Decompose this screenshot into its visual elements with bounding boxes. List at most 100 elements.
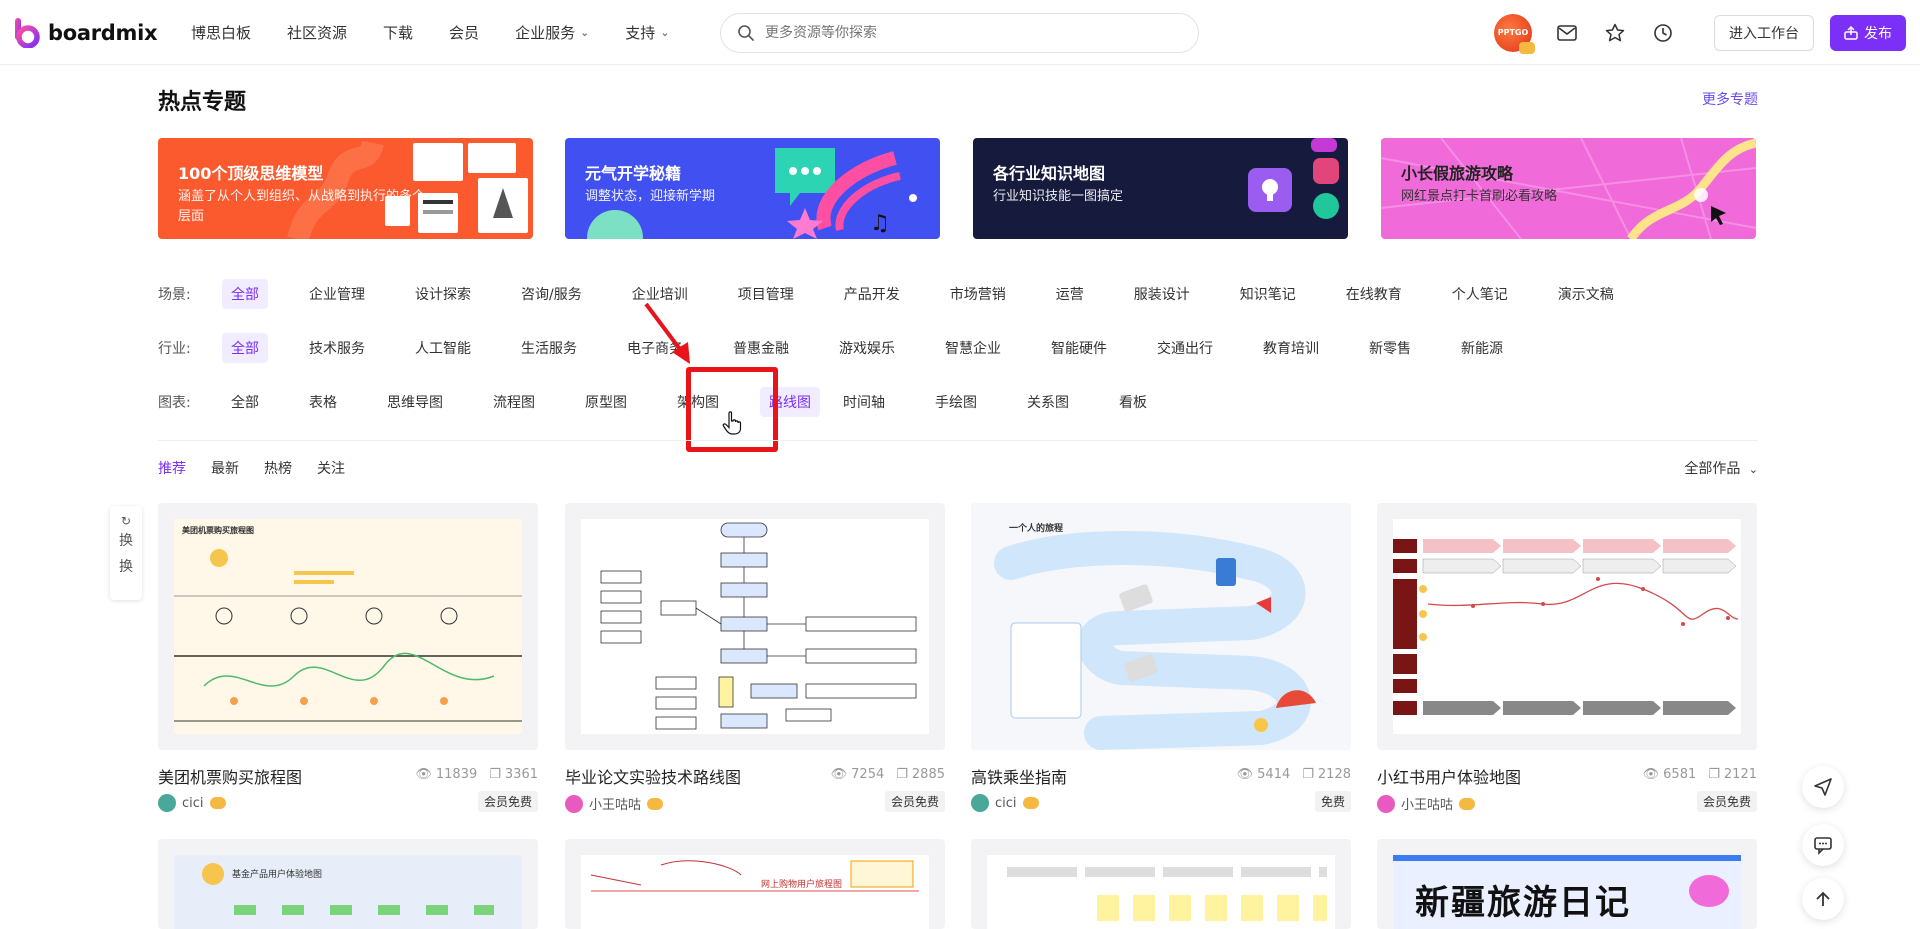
thumbnail-sketch bbox=[590, 860, 919, 892]
search-box[interactable] bbox=[720, 13, 1199, 53]
user-avatar[interactable]: PPTGO bbox=[1494, 13, 1535, 54]
share-button[interactable] bbox=[1802, 766, 1844, 808]
chip-scene[interactable]: 咨询/服务 bbox=[512, 279, 591, 309]
sort-tabs: 推荐 最新 热榜 关注 bbox=[158, 458, 370, 478]
card-thumbnail[interactable]: 美团机票购买旅程图 bbox=[158, 503, 538, 750]
author-name: 小王咕咕 bbox=[589, 798, 642, 813]
template-card-thumbnail[interactable]: 网上购物用户旅程图 bbox=[565, 839, 945, 929]
chip-scene[interactable]: 市场营销 bbox=[941, 279, 1015, 309]
chip-industry[interactable]: 智能硬件 bbox=[1042, 333, 1116, 363]
filter-label: 场景: bbox=[158, 287, 191, 303]
chip-chart[interactable]: 原型图 bbox=[576, 387, 636, 417]
chip-industry[interactable]: 生活服务 bbox=[512, 333, 586, 363]
tab-following[interactable]: 关注 bbox=[317, 458, 345, 478]
chip-scene[interactable]: 个人笔记 bbox=[1443, 279, 1517, 309]
nav-item-membership[interactable]: 会员 bbox=[449, 22, 479, 43]
card-thumbnail[interactable] bbox=[565, 503, 945, 750]
all-works-dropdown[interactable]: 全部作品 ⌄ bbox=[1684, 458, 1758, 478]
chip-chart[interactable]: 思维导图 bbox=[378, 387, 452, 417]
brand-logo[interactable]: boardmix bbox=[14, 18, 158, 48]
card-thumbnail[interactable]: 一个人的旅程 bbox=[971, 503, 1351, 750]
card-author[interactable]: cici bbox=[971, 794, 1351, 812]
card-stats: 👁 11839 ❐ 3361 bbox=[411, 767, 538, 782]
chip-industry[interactable]: 新能源 bbox=[1452, 333, 1512, 363]
avatar-text: PPTGO bbox=[1497, 28, 1529, 37]
more-topics-link[interactable]: 更多专题 bbox=[1702, 89, 1758, 109]
chip-industry[interactable]: 普惠金融 bbox=[724, 333, 798, 363]
back-to-top-button[interactable] bbox=[1802, 878, 1844, 920]
tab-hot[interactable]: 热榜 bbox=[264, 458, 292, 478]
chip-chart[interactable]: 时间轴 bbox=[834, 387, 894, 417]
thumbnail-heading: 网上购物用户旅程图 bbox=[761, 880, 843, 890]
banner-school-tips[interactable]: ♫ 元气开学秘籍 调整状态，迎接新学期 bbox=[565, 138, 940, 239]
chip-industry-all[interactable]: 全部 bbox=[222, 333, 268, 363]
refresh-recommendations-button[interactable]: ↻ 换 换 bbox=[110, 506, 142, 600]
chip-industry[interactable]: 交通出行 bbox=[1148, 333, 1222, 363]
header-tools: PPTGO 进入工作台 发布 bbox=[1494, 0, 1920, 65]
view-count: 5414 bbox=[1257, 767, 1291, 782]
copy-count: 2885 bbox=[911, 767, 945, 782]
chip-chart[interactable]: 流程图 bbox=[484, 387, 544, 417]
refresh-label: 换 bbox=[119, 559, 133, 575]
card-thumbnail[interactable] bbox=[1377, 503, 1757, 750]
search-input[interactable] bbox=[765, 25, 1145, 41]
publish-button[interactable]: 发布 bbox=[1830, 14, 1906, 51]
chip-industry[interactable]: 技术服务 bbox=[300, 333, 374, 363]
chip-scene[interactable]: 项目管理 bbox=[729, 279, 803, 309]
chip-industry[interactable]: 教育培训 bbox=[1254, 333, 1328, 363]
banner-travel-guide[interactable]: 小长假旅游攻略 网红景点打卡首刷必看攻略 bbox=[1381, 138, 1756, 239]
feedback-button[interactable] bbox=[1802, 824, 1844, 866]
template-card-thumbnail[interactable]: 新疆旅游日记 bbox=[1377, 839, 1757, 929]
chip-chart[interactable]: 表格 bbox=[300, 387, 346, 417]
all-works-label: 全部作品 bbox=[1684, 461, 1741, 477]
chip-scene[interactable]: 产品开发 bbox=[835, 279, 909, 309]
enter-workspace-button[interactable]: 进入工作台 bbox=[1714, 14, 1814, 51]
flowchart-sketch bbox=[600, 522, 917, 730]
template-card[interactable]: 美团机票购买旅程图 美团机票购买旅程图 👁 11839 ❐ 3361 cici 会员… bbox=[158, 503, 538, 812]
chip-industry[interactable]: 智慧企业 bbox=[936, 333, 1010, 363]
template-card[interactable]: 小红书用户体验地图 👁 6581 ❐ 2121 小王咕咕 会员免费 bbox=[1377, 503, 1757, 813]
tab-latest[interactable]: 最新 bbox=[211, 458, 239, 478]
chip-industry[interactable]: 新零售 bbox=[1360, 333, 1420, 363]
chip-chart[interactable]: 手绘图 bbox=[926, 387, 986, 417]
nav-item-support[interactable]: 支持 ⌄ bbox=[625, 22, 669, 43]
chip-scene[interactable]: 知识笔记 bbox=[1231, 279, 1305, 309]
nav-item-community[interactable]: 社区资源 bbox=[287, 22, 347, 43]
chip-scene[interactable]: 服装设计 bbox=[1125, 279, 1199, 309]
thumbnail-sketch bbox=[1007, 867, 1327, 877]
chip-chart[interactable]: 关系图 bbox=[1018, 387, 1078, 417]
view-count: 7254 bbox=[851, 767, 885, 782]
chip-industry[interactable]: 人工智能 bbox=[406, 333, 480, 363]
refresh-icon: ↻ bbox=[120, 514, 132, 528]
nav-item-enterprise[interactable]: 企业服务 ⌄ bbox=[515, 22, 589, 43]
chip-scene[interactable]: 运营 bbox=[1047, 279, 1093, 309]
chat-icon bbox=[1814, 837, 1832, 855]
template-card-thumbnail[interactable]: 基金产品用户体验地图 bbox=[158, 839, 538, 929]
thumbnail-heading: 基金产品用户体验地图 bbox=[232, 870, 323, 880]
author-name: cici bbox=[182, 795, 204, 811]
chip-chart-all[interactable]: 全部 bbox=[222, 387, 268, 417]
chip-scene[interactable]: 设计探索 bbox=[406, 279, 480, 309]
copy-icon: ❐ bbox=[1708, 767, 1720, 782]
chip-chart[interactable]: 看板 bbox=[1110, 387, 1156, 417]
chip-scene-all[interactable]: 全部 bbox=[222, 279, 268, 309]
mail-icon[interactable] bbox=[1554, 20, 1580, 46]
banner-industry-knowledge[interactable]: 各行业知识地图 行业知识技能一图搞定 bbox=[973, 138, 1348, 239]
nav-item-whiteboard[interactable]: 博思白板 bbox=[191, 22, 251, 43]
tab-recommended[interactable]: 推荐 bbox=[158, 458, 186, 478]
thumbnail-content bbox=[987, 855, 1335, 929]
eye-icon: 👁 bbox=[415, 767, 432, 782]
chip-industry[interactable]: 游戏娱乐 bbox=[830, 333, 904, 363]
banner-thinking-models[interactable]: 100个顶级思维模型 涵盖了从个人到组织、从战略到执行的多个层面 bbox=[158, 138, 533, 239]
chip-scene[interactable]: 企业管理 bbox=[300, 279, 374, 309]
price-tag: 会员免费 bbox=[884, 791, 945, 812]
star-icon[interactable] bbox=[1602, 20, 1628, 46]
template-card-thumbnail[interactable] bbox=[971, 839, 1351, 929]
template-card[interactable]: 毕业论文实验技术路线图 👁 7254 ❐ 2885 小王咕咕 会员免费 bbox=[565, 503, 945, 813]
template-card[interactable]: 一个人的旅程 高铁乘坐指南 👁 5414 ❐ 2128 cici 免费 bbox=[971, 503, 1351, 812]
nav-item-download[interactable]: 下载 bbox=[383, 22, 413, 43]
price-tag: 会员免费 bbox=[477, 791, 538, 812]
chip-scene[interactable]: 演示文稿 bbox=[1549, 279, 1623, 309]
history-clock-icon[interactable] bbox=[1650, 20, 1676, 46]
chip-scene[interactable]: 在线教育 bbox=[1337, 279, 1411, 309]
